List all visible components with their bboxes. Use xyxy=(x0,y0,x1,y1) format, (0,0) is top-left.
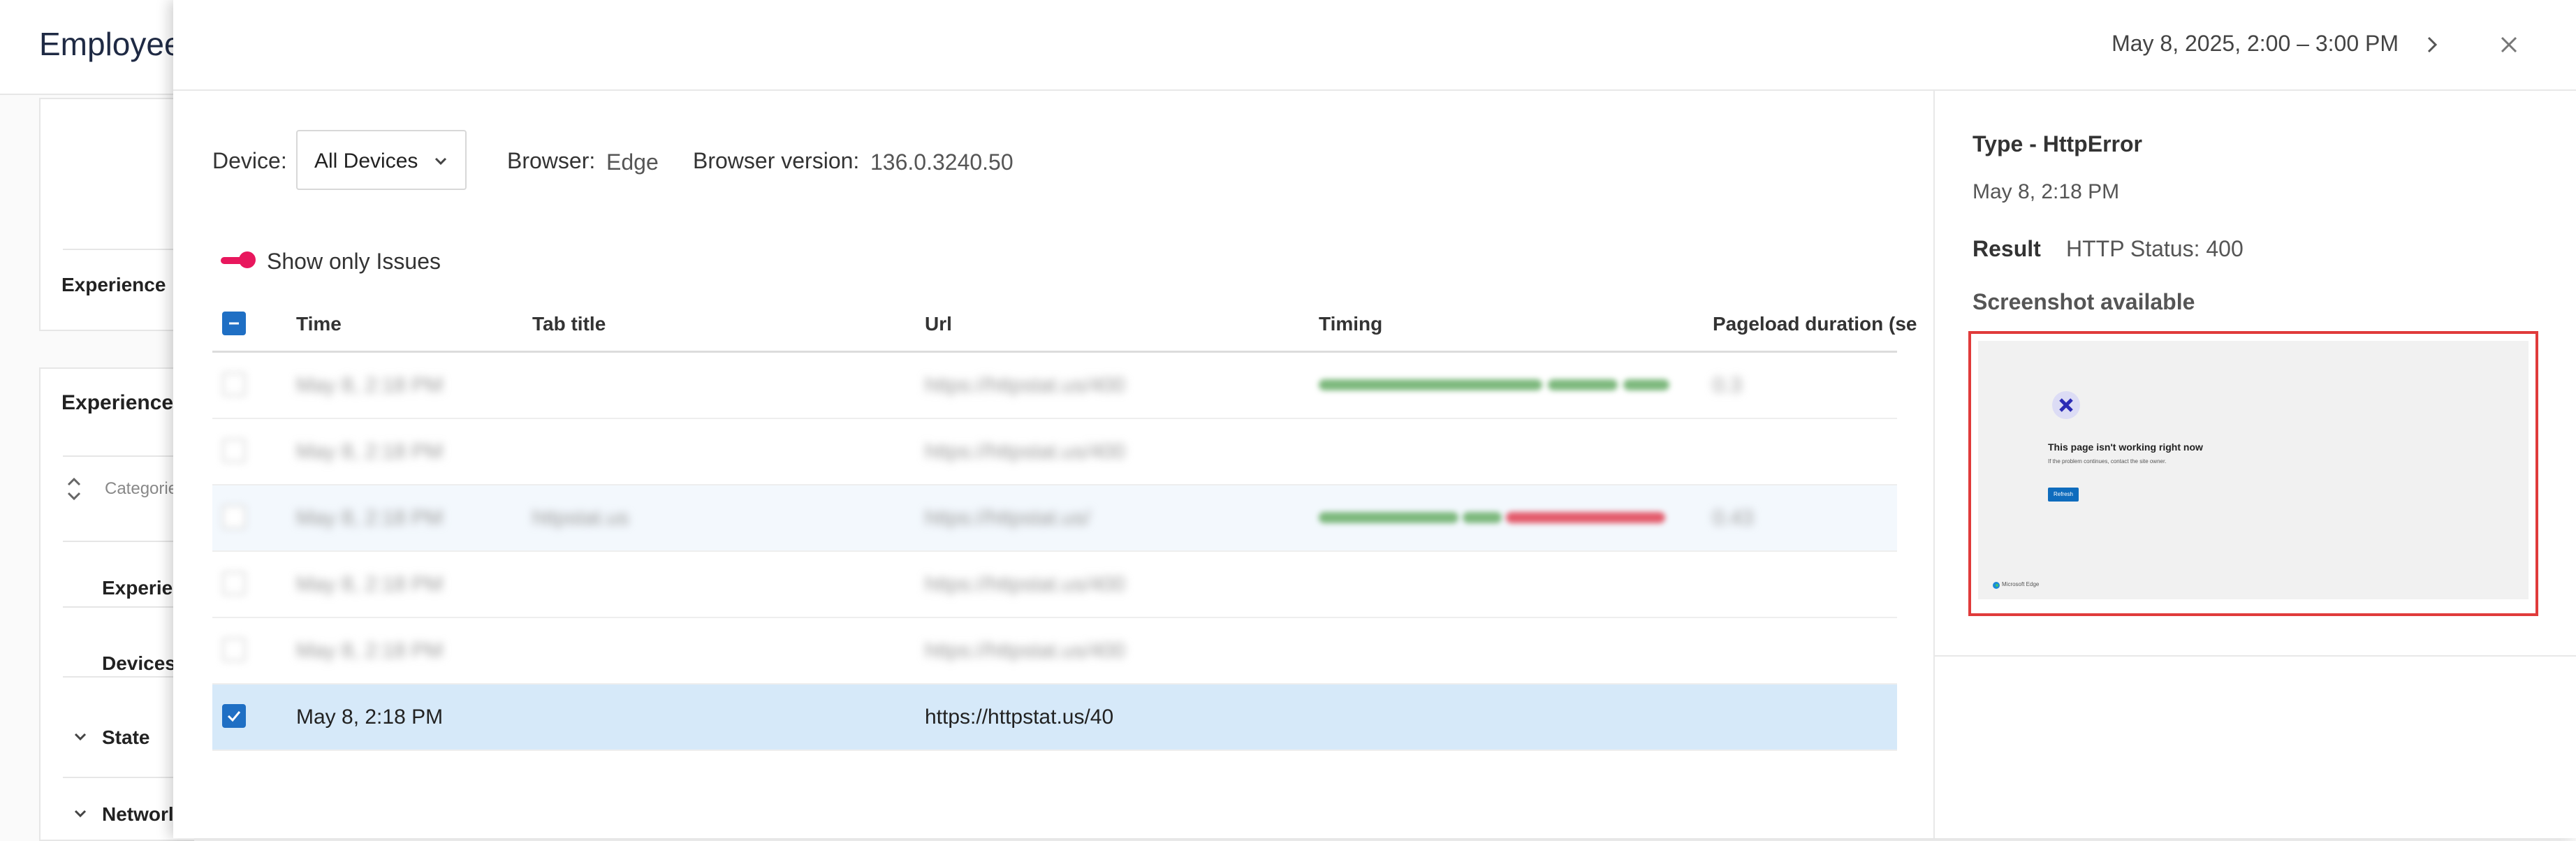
select-all-checkbox[interactable] xyxy=(222,312,246,335)
result-label: Result xyxy=(1973,236,2041,261)
table-row-selected[interactable]: May 8, 2:18 PM https://httpstat.us/40 xyxy=(212,685,1897,751)
background-card-label: Experience xyxy=(61,274,166,295)
cell-time: May 8, 2:18 PM xyxy=(296,506,444,529)
cell-url: https://httpstat.us/400 xyxy=(925,440,1125,463)
background-title: Employee xyxy=(39,26,182,62)
cell-url: https://httpstat.us/400 xyxy=(925,639,1125,662)
sort-icon[interactable] xyxy=(64,474,84,504)
details-modal: May 8, 2025, 2:00 – 3:00 PM Device: All … xyxy=(173,0,2576,838)
browser-version-label: Browser version: xyxy=(693,148,860,173)
cell-time: May 8, 2:18 PM xyxy=(296,440,444,463)
row-checkbox[interactable] xyxy=(222,638,246,661)
screenshot-image: This page isn't working right now If the… xyxy=(1978,341,2529,599)
chevron-down-icon[interactable] xyxy=(73,729,88,745)
background-card xyxy=(39,367,203,841)
detail-side-panel: Type - HttpError May 8, 2:18 PM Result H… xyxy=(1933,91,2576,838)
chevron-down-icon xyxy=(434,157,447,166)
column-header-tab-title[interactable]: Tab title xyxy=(532,313,606,335)
error-timestamp: May 8, 2:18 PM xyxy=(1973,180,2120,203)
cell-time: May 8, 2:18 PM xyxy=(296,705,444,729)
toggle-knob xyxy=(239,251,256,268)
divider xyxy=(1935,655,2576,657)
date-range: May 8, 2025, 2:00 – 3:00 PM xyxy=(2112,31,2399,56)
timing-bar xyxy=(1548,379,1618,390)
column-header-time[interactable]: Time xyxy=(296,313,342,335)
timing-bar xyxy=(1506,512,1665,523)
background-card-title: Experience xyxy=(61,391,174,414)
cell-url: https://httpstat.us/400 xyxy=(925,573,1125,596)
row-checkbox[interactable] xyxy=(222,505,246,529)
chevron-down-icon[interactable] xyxy=(73,806,88,821)
cell-url: https://httpstat.us/40 xyxy=(925,705,1114,729)
device-select-value: All Devices xyxy=(314,149,418,173)
background-item[interactable]: State xyxy=(102,726,149,749)
cell-duration: 0.43 xyxy=(1713,506,1754,529)
chevron-right-icon[interactable] xyxy=(2417,29,2447,60)
result-value: HTTP Status: 400 xyxy=(2066,236,2244,261)
toggle-label: Show only Issues xyxy=(267,249,441,274)
table-row[interactable]: May 8, 2:18 PM https://httpstat.us/400 xyxy=(212,618,1897,685)
error-type: Type - HttpError xyxy=(1973,131,2142,156)
screenshot-subtext: If the problem continues, contact the si… xyxy=(2048,458,2167,465)
modal-header: May 8, 2025, 2:00 – 3:00 PM xyxy=(173,0,2576,91)
cell-url: https://httpstat.us/400 xyxy=(925,374,1125,397)
timing-bar xyxy=(1463,512,1502,523)
screenshot-brand: Microsoft Edge xyxy=(2002,581,2040,587)
table-row[interactable]: May 8, 2:18 PM httpstat.us https://https… xyxy=(212,485,1897,552)
cell-url: https://httpstat.us/ xyxy=(925,506,1090,529)
screenshot-thumbnail[interactable]: This page isn't working right now If the… xyxy=(1968,331,2538,616)
cell-duration: 0.3 xyxy=(1713,374,1742,397)
device-select[interactable]: All Devices xyxy=(296,130,467,190)
close-icon[interactable] xyxy=(2494,29,2524,60)
row-checkbox[interactable] xyxy=(222,439,246,462)
screenshot-label: Screenshot available xyxy=(1973,289,2195,314)
row-checkbox[interactable] xyxy=(222,571,246,595)
table-row[interactable]: May 8, 2:18 PM https://httpstat.us/400 0… xyxy=(212,353,1897,419)
table-row[interactable]: May 8, 2:18 PM https://httpstat.us/400 xyxy=(212,552,1897,618)
browser-version-value: 136.0.3240.50 xyxy=(870,149,1013,175)
row-checkbox[interactable] xyxy=(222,704,246,728)
row-checkbox[interactable] xyxy=(222,372,246,396)
cell-time: May 8, 2:18 PM xyxy=(296,573,444,596)
edge-logo-icon xyxy=(1993,582,2000,589)
screenshot-heading: This page isn't working right now xyxy=(2048,441,2203,453)
column-header-pageload-duration[interactable]: Pageload duration (se xyxy=(1713,313,1917,335)
cell-time: May 8, 2:18 PM xyxy=(296,374,444,397)
cell-tab-title: httpstat.us xyxy=(532,506,629,529)
main-area: Device: All Devices Browser: Edge Browse… xyxy=(173,91,1933,838)
table-header: Time Tab title Url Timing Pageload durat… xyxy=(212,298,1917,353)
timing-bar xyxy=(1319,512,1458,523)
error-x-icon xyxy=(2052,391,2080,419)
column-header-timing[interactable]: Timing xyxy=(1319,313,1382,335)
cell-time: May 8, 2:18 PM xyxy=(296,639,444,662)
show-only-issues-toggle[interactable] xyxy=(221,250,257,271)
timing-bar xyxy=(1623,379,1669,390)
background-item[interactable]: Devices xyxy=(102,652,176,675)
timing-bar xyxy=(1319,379,1542,390)
browser-label: Browser: xyxy=(507,148,596,173)
requests-table: Time Tab title Url Timing Pageload durat… xyxy=(212,298,1917,751)
device-label: Device: xyxy=(212,148,287,173)
column-header-url[interactable]: Url xyxy=(925,313,952,335)
browser-value: Edge xyxy=(606,149,659,175)
background-item[interactable]: Experien xyxy=(102,577,184,599)
background-sort-label: Categorie xyxy=(105,479,178,498)
screenshot-refresh-button: Refresh xyxy=(2048,488,2079,502)
background-item[interactable]: Networl xyxy=(102,803,174,826)
table-row[interactable]: May 8, 2:18 PM https://httpstat.us/400 xyxy=(212,419,1897,485)
